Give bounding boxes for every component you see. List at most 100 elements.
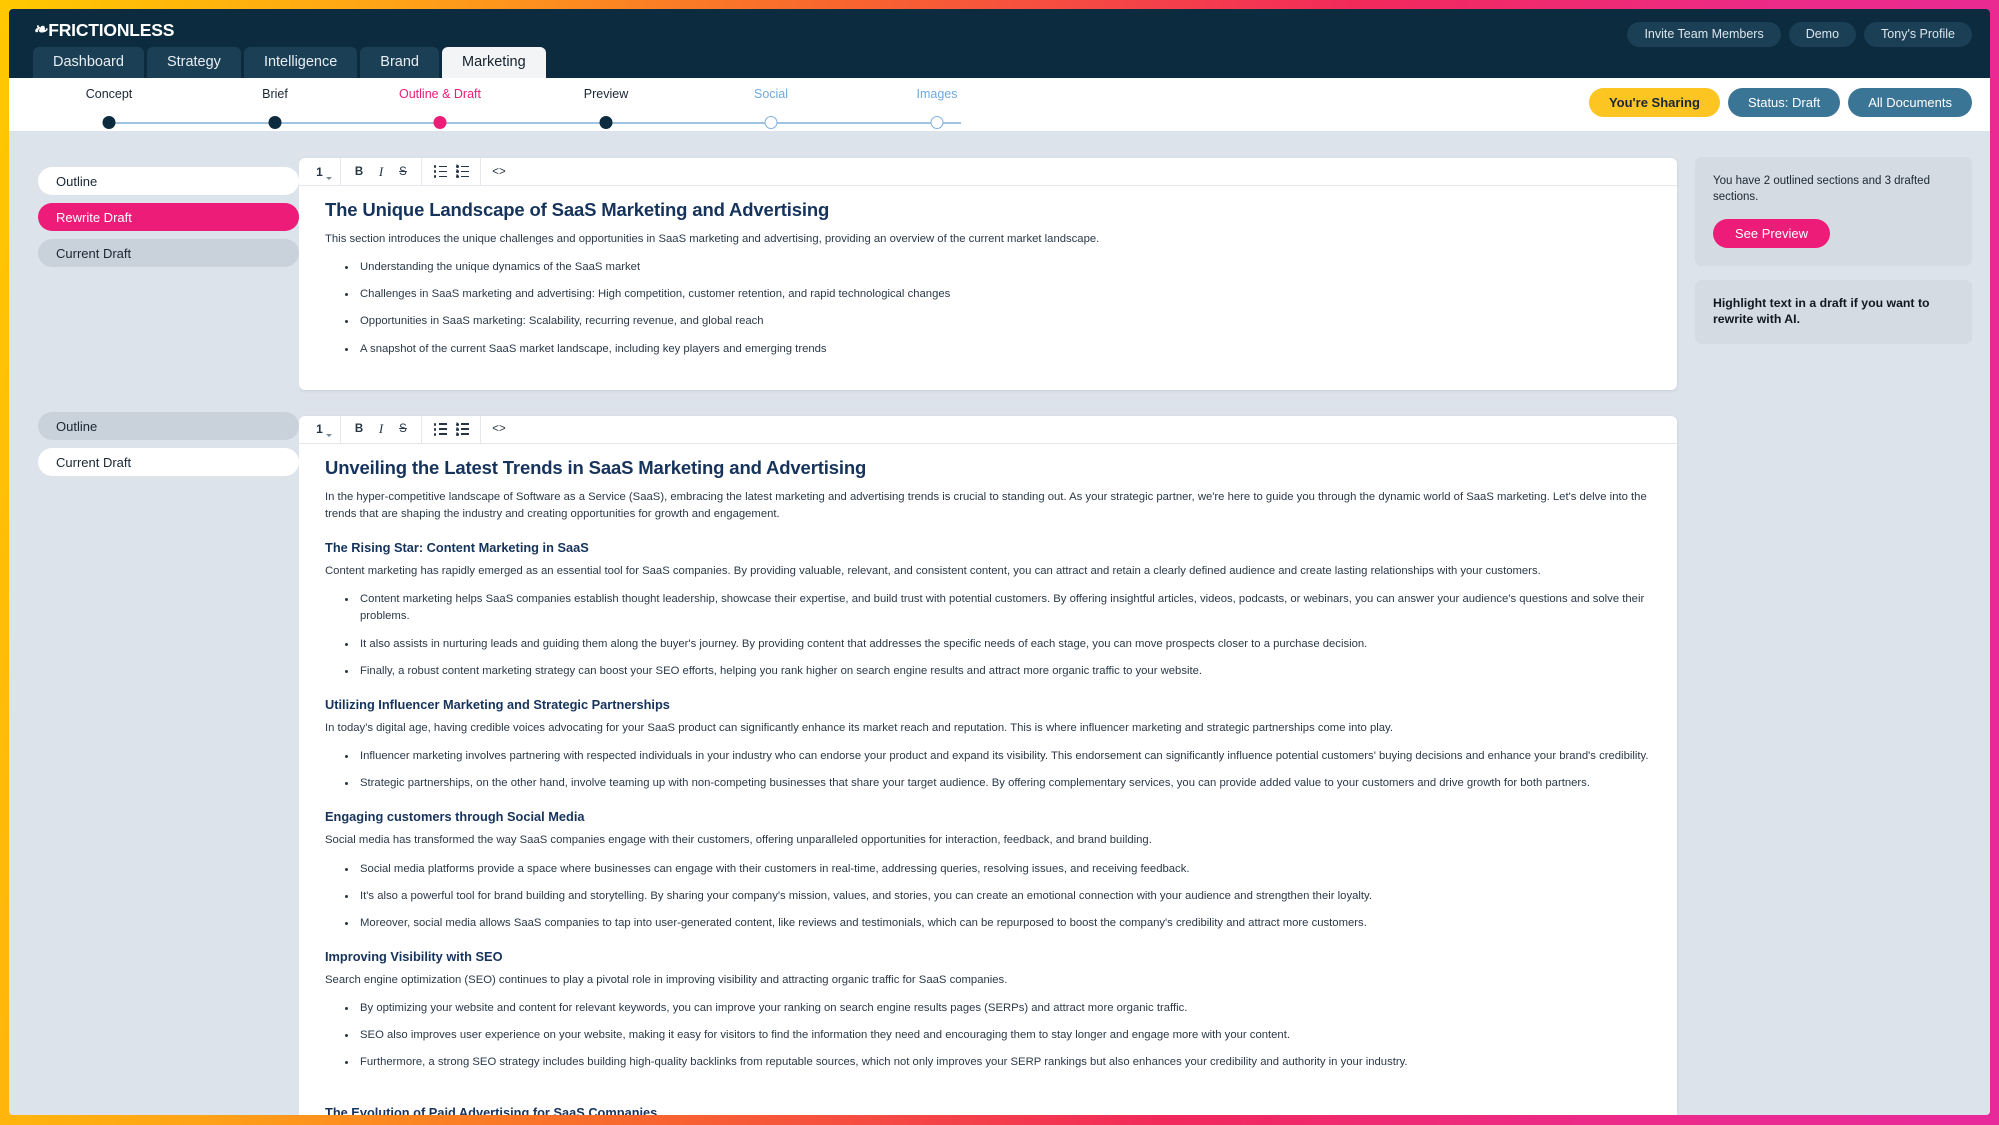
section-group-1: Outline Rewrite Draft Current Draft — [38, 167, 299, 267]
status-draft-button[interactable]: Status: Draft — [1727, 88, 1841, 117]
section-group-2: Outline Current Draft — [38, 412, 299, 476]
right-info-panel: You have 2 outlined sections and 3 draft… — [1695, 131, 1990, 1115]
step-outline-draft[interactable]: Outline & Draft — [399, 87, 481, 101]
step-brief[interactable]: Brief — [262, 87, 288, 101]
list-item: Opportunities in SaaS marketing: Scalabi… — [357, 313, 1651, 330]
tab-marketing[interactable]: Marketing — [442, 47, 546, 78]
numbered-list-icon[interactable]: 123 — [451, 418, 473, 440]
list-item: Moreover, social media allows SaaS compa… — [357, 915, 1651, 932]
code-block-icon[interactable]: <> — [488, 161, 510, 183]
list-item: A snapshot of the current SaaS market la… — [357, 341, 1651, 358]
stepper-track-row — [9, 116, 961, 130]
all-documents-button[interactable]: All Documents — [1848, 88, 1972, 117]
sharing-status-button[interactable]: You're Sharing — [1588, 88, 1720, 117]
ai-rewrite-tip-card: Highlight text in a draft if you want to… — [1695, 279, 1972, 344]
editor-column: 1 B I S 123 <> The Unique Landscape of S… — [299, 131, 1695, 1115]
subsection-bullet-list: Social media platforms provide a space w… — [325, 861, 1651, 932]
editor-toolbar-2: 1 B I S 123 <> — [299, 415, 1677, 444]
code-block-icon[interactable]: <> — [488, 418, 510, 440]
list-item: It also assists in nurturing leads and g… — [357, 636, 1651, 653]
sidebar-item-current-draft-2[interactable]: Current Draft — [38, 448, 299, 476]
profile-button[interactable]: Tony's Profile — [1864, 22, 1972, 47]
toolbar-group-format: B I S — [341, 158, 422, 185]
outline-editor-card: 1 B I S 123 <> The Unique Landscape of S… — [299, 158, 1677, 390]
draft-editor-card: 1 B I S 123 <> Unveiling the Latest Tren… — [299, 415, 1677, 1115]
step-dot-social[interactable] — [764, 116, 778, 129]
italic-icon[interactable]: I — [370, 161, 392, 183]
header-actions: Invite Team Members Demo Tony's Profile — [1627, 22, 1972, 47]
section-sidebar: Outline Rewrite Draft Current Draft Outl… — [9, 131, 299, 1115]
main-content: Outline Rewrite Draft Current Draft Outl… — [9, 131, 1990, 1115]
step-dot-outline-draft[interactable] — [433, 116, 447, 129]
subsection-heading: Utilizing Influencer Marketing and Strat… — [325, 696, 670, 712]
toolbar-group-code: <> — [481, 416, 517, 443]
demo-button[interactable]: Demo — [1788, 22, 1857, 47]
subsection-bullet-list: Influencer marketing involves partnering… — [325, 748, 1651, 792]
editor-toolbar-1: 1 B I S 123 <> — [299, 158, 1677, 186]
bullet-list-icon[interactable] — [429, 161, 451, 183]
list-item: Content marketing helps SaaS companies e… — [357, 591, 1651, 625]
list-item: Influencer marketing involves partnering… — [357, 748, 1651, 765]
subsection-paragraph: In today's digital age, having credible … — [325, 721, 1393, 734]
subsection-heading: Engaging customers through Social Media — [325, 809, 585, 825]
chevron-down-icon — [326, 434, 332, 438]
bullet-list-icon[interactable] — [429, 418, 451, 440]
italic-icon[interactable]: I — [370, 418, 392, 440]
flag-icon: ❧ — [33, 19, 48, 39]
tab-brand[interactable]: Brand — [360, 47, 439, 78]
sections-status-text: You have 2 outlined sections and 3 draft… — [1713, 175, 1930, 204]
list-item: By optimizing your website and content f… — [357, 1000, 1651, 1017]
bold-icon[interactable]: B — [348, 161, 370, 183]
step-dot-brief[interactable] — [268, 116, 282, 129]
draft-card-body[interactable]: Unveiling the Latest Trends in SaaS Mark… — [299, 444, 1677, 1115]
app-window: ❧ FRICTIONLESS Dashboard Strategy Intell… — [9, 9, 1990, 1115]
numbered-list-icon[interactable]: 123 — [451, 161, 473, 183]
tab-strategy[interactable]: Strategy — [146, 47, 241, 78]
invite-team-members-button[interactable]: Invite Team Members — [1627, 22, 1781, 47]
strikethrough-icon[interactable]: S — [392, 161, 414, 183]
step-concept[interactable]: Concept — [86, 87, 133, 101]
list-item: Social media platforms provide a space w… — [357, 861, 1651, 878]
list-item: Understanding the unique dynamics of the… — [357, 259, 1651, 276]
step-images[interactable]: Images — [917, 87, 958, 101]
list-item: Challenges in SaaS marketing and adverti… — [357, 286, 1651, 303]
workflow-steps: Concept Brief Outline & Draft Preview So… — [9, 78, 961, 131]
step-dot-preview[interactable] — [599, 116, 613, 129]
step-preview[interactable]: Preview — [584, 87, 628, 101]
subsection-bullet-list: By optimizing your website and content f… — [325, 1000, 1651, 1071]
sidebar-item-rewrite-draft[interactable]: Rewrite Draft — [38, 203, 299, 231]
subsection-bullet-list: Content marketing helps SaaS companies e… — [325, 591, 1651, 680]
list-item: SEO also improves user experience on you… — [357, 1027, 1651, 1044]
see-preview-button[interactable]: See Preview — [1713, 218, 1830, 248]
list-item: Furthermore, a strong SEO strategy inclu… — [357, 1054, 1651, 1071]
draft-title: Unveiling the Latest Trends in SaaS Mark… — [325, 456, 867, 478]
sidebar-item-current-draft-1[interactable]: Current Draft — [38, 239, 299, 267]
step-dot-images[interactable] — [930, 116, 944, 129]
tab-intelligence[interactable]: Intelligence — [243, 47, 358, 78]
subsection-paragraph: Search engine optimization (SEO) continu… — [325, 973, 1008, 986]
outline-card-body[interactable]: The Unique Landscape of SaaS Marketing a… — [299, 186, 1677, 390]
toolbar-group-heading: 1 — [307, 415, 341, 443]
toolbar-group-code: <> — [481, 158, 517, 185]
toolbar-group-lists: 123 — [422, 158, 481, 185]
step-dot-concept[interactable] — [102, 116, 116, 129]
list-item: Finally, a robust content marketing stra… — [357, 663, 1651, 680]
section-title: The Unique Landscape of SaaS Marketing a… — [325, 199, 830, 220]
bold-icon[interactable]: B — [348, 418, 370, 440]
strikethrough-icon[interactable]: S — [392, 418, 414, 440]
app-header: ❧ FRICTIONLESS Dashboard Strategy Intell… — [9, 9, 1990, 78]
draft-intro: In the hyper-competitive landscape of So… — [325, 490, 1647, 520]
heading-level-icon[interactable]: 1 — [311, 161, 333, 183]
list-item: Strategic partnerships, on the other han… — [357, 775, 1651, 792]
subsection-paragraph: Content marketing has rapidly emerged as… — [325, 565, 1541, 578]
section-intro: This section introduces the unique chall… — [325, 233, 1100, 245]
sidebar-item-outline-2[interactable]: Outline — [38, 412, 299, 440]
toolbar-group-lists: 123 — [422, 415, 481, 443]
sidebar-item-outline-1[interactable]: Outline — [38, 167, 299, 195]
toolbar-group-heading: 1 — [307, 158, 341, 185]
tab-dashboard[interactable]: Dashboard — [33, 47, 144, 78]
heading-level-icon[interactable]: 1 — [311, 418, 333, 440]
step-social[interactable]: Social — [754, 87, 788, 101]
subsection-heading: The Evolution of Paid Advertising for Sa… — [325, 1104, 658, 1115]
